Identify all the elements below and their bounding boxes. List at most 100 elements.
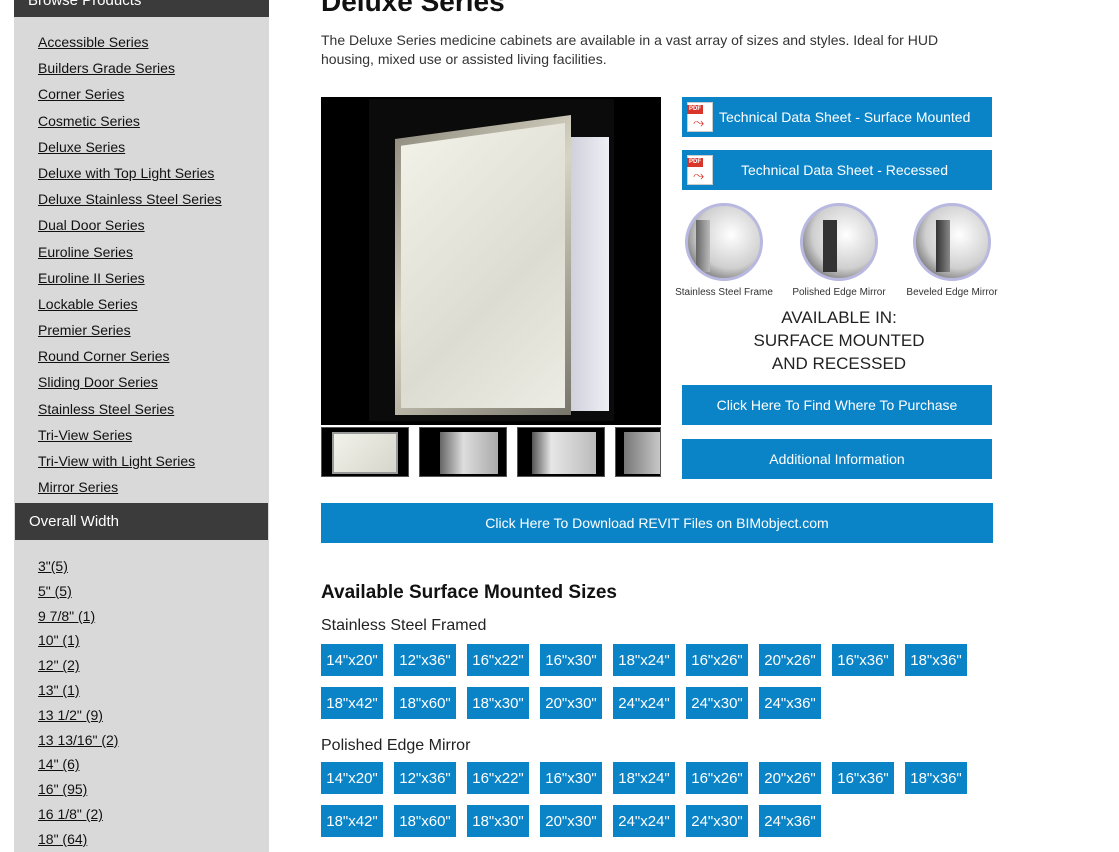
width-filter-link[interactable]: 13" (1) [38, 682, 80, 698]
size-button[interactable]: 18"x42" [321, 805, 383, 837]
finish-beveled-edge-mirror: Beveled Edge Mirror [892, 203, 1012, 298]
series-link[interactable]: Mirror Series [38, 479, 118, 495]
size-button[interactable]: 18"x24" [613, 762, 675, 794]
pdf-recessed-button[interactable]: PDF ⤳ Technical Data Sheet - Recessed [682, 150, 992, 190]
size-button[interactable]: 16"x30" [540, 644, 602, 676]
page-title: Deluxe Series [321, 0, 505, 17]
series-link[interactable]: Tri-View Series [38, 427, 132, 443]
find-where-to-purchase-button[interactable]: Click Here To Find Where To Purchase [682, 385, 992, 425]
series-item: Mirror Series [38, 477, 222, 503]
thumbnail-4[interactable] [615, 427, 661, 477]
width-filter-link[interactable]: 16" (95) [38, 781, 87, 797]
size-button[interactable]: 14"x20" [321, 644, 383, 676]
sizes-section-title: Available Surface Mounted Sizes [321, 582, 617, 603]
width-filter-link[interactable]: 18" (64) [38, 831, 87, 847]
width-filter-link[interactable]: 13 1/2" (9) [38, 707, 103, 723]
product-image [321, 97, 661, 425]
series-item: Lockable Series [38, 294, 222, 320]
size-button[interactable]: 16"x22" [467, 644, 529, 676]
width-filter-link[interactable]: 13 13/16" (2) [38, 732, 118, 748]
size-button[interactable]: 18"x60" [394, 687, 456, 719]
series-item: Corner Series [38, 84, 222, 110]
series-link[interactable]: Round Corner Series [38, 348, 170, 364]
size-button[interactable]: 16"x36" [832, 762, 894, 794]
size-button[interactable]: 18"x36" [905, 644, 967, 676]
size-button[interactable]: 24"x36" [759, 805, 821, 837]
series-link[interactable]: Deluxe with Top Light Series [38, 165, 214, 181]
width-filter-link[interactable]: 14" (6) [38, 756, 80, 772]
finish-caption: Beveled Edge Mirror [906, 287, 998, 298]
pdf-recessed-label: Technical Data Sheet - Recessed [741, 162, 948, 178]
pdf-icon: PDF ⤳ [687, 102, 713, 132]
width-filter-link[interactable]: 12" (2) [38, 657, 80, 673]
size-button[interactable]: 16"x26" [686, 644, 748, 676]
width-filter-link[interactable]: 5" (5) [38, 583, 72, 599]
additional-information-button[interactable]: Additional Information [682, 439, 992, 479]
size-button[interactable]: 16"x36" [832, 644, 894, 676]
width-filter-item: 5" (5) [38, 581, 118, 606]
size-button[interactable]: 24"x24" [613, 687, 675, 719]
width-filter-link[interactable]: 3"(5) [38, 558, 68, 574]
series-link[interactable]: Premier Series [38, 322, 131, 338]
series-link[interactable]: Accessible Series [38, 34, 149, 50]
thumbnail-3[interactable] [517, 427, 605, 477]
series-link[interactable]: Stainless Steel Series [38, 401, 174, 417]
size-button[interactable]: 18"x36" [905, 762, 967, 794]
finish-stainless-steel-frame: Stainless Steel Frame [664, 203, 784, 298]
width-filter-list: 3"(5) 5" (5) 9 7/8" (1) 10" (1) 12" (2) 13" (… [38, 556, 118, 852]
size-button[interactable]: 20"x30" [540, 687, 602, 719]
size-button[interactable]: 20"x26" [759, 762, 821, 794]
series-link[interactable]: Builders Grade Series [38, 60, 175, 76]
width-filter-link[interactable]: 16 1/8" (2) [38, 806, 103, 822]
series-link[interactable]: Deluxe Stainless Steel Series [38, 191, 222, 207]
series-link[interactable]: Euroline Series [38, 244, 133, 260]
finish-caption: Polished Edge Mirror [792, 287, 886, 298]
size-button[interactable]: 18"x30" [467, 805, 529, 837]
series-item: Euroline Series [38, 242, 222, 268]
series-link[interactable]: Lockable Series [38, 296, 138, 312]
size-button[interactable]: 12"x36" [394, 644, 456, 676]
size-button[interactable]: 14"x20" [321, 762, 383, 794]
width-filter-item: 10" (1) [38, 630, 118, 655]
thumbnail-1[interactable] [321, 427, 409, 477]
size-button[interactable]: 12"x36" [394, 762, 456, 794]
series-link[interactable]: Dual Door Series [38, 217, 145, 233]
series-item: Builders Grade Series [38, 58, 222, 84]
size-button[interactable]: 24"x30" [686, 687, 748, 719]
pdf-surface-label: Technical Data Sheet - Surface Mounted [719, 109, 971, 125]
pdf-surface-mounted-button[interactable]: PDF ⤳ Technical Data Sheet - Surface Moun… [682, 97, 992, 137]
size-button[interactable]: 20"x30" [540, 805, 602, 837]
size-button[interactable]: 18"x42" [321, 687, 383, 719]
series-link[interactable]: Tri-View with Light Series [38, 453, 195, 469]
size-button[interactable]: 18"x24" [613, 644, 675, 676]
stainless-frame-swatch [685, 203, 763, 281]
width-filter-link[interactable]: 10" (1) [38, 632, 80, 648]
size-button[interactable]: 16"x26" [686, 762, 748, 794]
series-link[interactable]: Corner Series [38, 86, 124, 102]
series-link[interactable]: Euroline II Series [38, 270, 145, 286]
series-item: Deluxe with Top Light Series [38, 163, 222, 189]
series-item: Round Corner Series [38, 346, 222, 372]
size-button[interactable]: 24"x30" [686, 805, 748, 837]
width-filter-item: 3"(5) [38, 556, 118, 581]
width-filter-item: 13 1/2" (9) [38, 705, 118, 730]
size-button[interactable]: 18"x30" [467, 687, 529, 719]
beveled-edge-swatch [913, 203, 991, 281]
width-filter-item: 16 1/8" (2) [38, 804, 118, 829]
size-button[interactable]: 24"x24" [613, 805, 675, 837]
size-button[interactable]: 24"x36" [759, 687, 821, 719]
series-link[interactable]: Deluxe Series [38, 139, 125, 155]
series-link[interactable]: Sliding Door Series [38, 374, 158, 390]
width-filter-link[interactable]: 9 7/8" (1) [38, 608, 95, 624]
series-item: Accessible Series [38, 32, 222, 58]
download-revit-files-button[interactable]: Click Here To Download REVIT Files on BI… [321, 503, 993, 543]
series-item: Dual Door Series [38, 215, 222, 241]
size-button[interactable]: 16"x22" [467, 762, 529, 794]
size-button[interactable]: 20"x26" [759, 644, 821, 676]
size-button[interactable]: 16"x30" [540, 762, 602, 794]
series-link[interactable]: Cosmetic Series [38, 113, 140, 129]
size-button[interactable]: 18"x60" [394, 805, 456, 837]
polished-edge-swatch [800, 203, 878, 281]
thumbnail-2[interactable] [419, 427, 507, 477]
polished-edge-mirror-title: Polished Edge Mirror [321, 737, 471, 754]
